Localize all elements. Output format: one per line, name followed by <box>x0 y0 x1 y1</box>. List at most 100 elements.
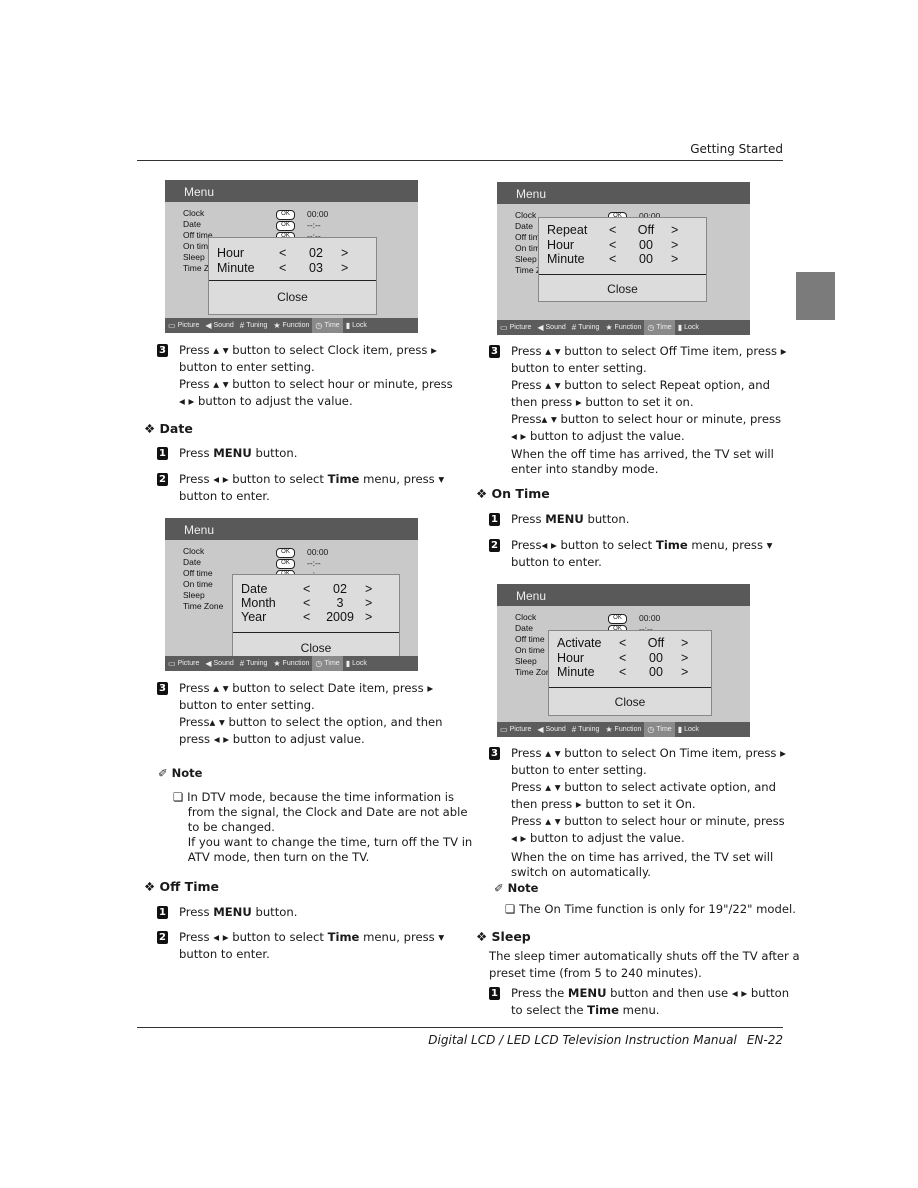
ok-button-icon: OK <box>276 210 295 220</box>
clock-icon: ◷ <box>647 323 655 332</box>
decrease-arrow: < <box>279 246 287 260</box>
menu-tab-tuning: # Tuning <box>237 656 271 671</box>
menu-tab-label: Function <box>614 726 642 733</box>
dtv-note: ❏ In DTV mode, because the time informat… <box>173 790 472 865</box>
text-run: Press ▴ ▾ button to select On Time item,… <box>511 746 786 760</box>
menu-tab-picture: ▭ Picture <box>497 722 534 737</box>
text-line: button to enter setting. <box>179 697 443 714</box>
text-run: When the on time has arrived, the TV set… <box>511 850 774 864</box>
ok-button-icon: OK <box>276 221 295 231</box>
increase-arrow: > <box>671 252 679 266</box>
increase-arrow: > <box>681 665 689 679</box>
clock-menu-screenshot: Menu Clock Date Off time On time Sleep Time Zo… <box>165 180 418 333</box>
menu-tab-label: Function <box>282 322 310 329</box>
popup-row-value: 03 <box>309 261 323 275</box>
speaker-icon: ◀ <box>537 323 544 332</box>
text-run: Press ▴ ▾ button to select Date item, pr… <box>179 681 434 695</box>
text-run: Press◂ ▸ button to select <box>511 538 656 552</box>
menu-tab-function: ★ Function <box>602 722 644 737</box>
bold-term: Time <box>655 538 688 552</box>
lock-icon: ▮ <box>677 725 683 734</box>
menu-tab-sound: ◀ Sound <box>202 318 236 333</box>
menu-item-date: Date <box>515 221 533 231</box>
text-run: Press <box>511 512 546 526</box>
text-line: preset time (from 5 to 240 minutes). <box>489 965 800 982</box>
decrease-arrow: < <box>303 610 311 624</box>
menu-item-value: --:-- <box>307 220 321 230</box>
menu-item-value: --:-- <box>307 558 321 568</box>
text-run: button to enter setting. <box>179 360 315 374</box>
menu-tab-label: Sound <box>545 324 566 331</box>
menu-tab-label: Lock <box>352 660 367 667</box>
picture-icon: ▭ <box>168 659 176 668</box>
menu-tab-label: Sound <box>213 322 234 329</box>
bold-term: Time <box>327 930 360 944</box>
bold-term: MENU <box>567 986 607 1000</box>
increase-arrow: > <box>341 261 349 275</box>
text-line: ❏ In DTV mode, because the time informat… <box>173 790 472 805</box>
clock-icon: ◷ <box>647 725 655 734</box>
text-run: Press▴ ▾ button to select hour or minute… <box>511 412 782 426</box>
step-number-icon: 3 <box>489 747 500 760</box>
step-number-icon: 1 <box>489 987 500 1000</box>
text-line: ATV mode, then turn on the TV. <box>173 850 472 865</box>
increase-arrow: > <box>341 246 349 260</box>
menu-tab-label: Time <box>656 726 672 733</box>
settings-popup: Activate < Off > Hour <00 > Minute <00 > Close <box>548 630 712 716</box>
chapter-tab <box>796 272 835 320</box>
lock-icon: ▮ <box>677 323 683 332</box>
text-run: menu, press ▾ <box>359 930 445 944</box>
menu-title: Menu <box>165 518 418 540</box>
menu-tab-label: Tuning <box>246 322 268 329</box>
text-line: Press ▴ ▾ button to select On Time item,… <box>511 745 786 762</box>
footer: Digital LCD / LED LCD Television Instruc… <box>428 1033 783 1047</box>
menu-item-sleep: Sleep <box>183 252 205 262</box>
ontime-step-1: 1 Press MENU button. <box>489 511 629 528</box>
sleep-intro: The sleep timer automatically shuts off … <box>489 948 800 982</box>
popup-close-button: Close <box>607 282 638 296</box>
increase-arrow: > <box>681 636 689 650</box>
text-line: to select the Time menu. <box>511 1002 789 1019</box>
menu-tab-bar: ▭ Picture ◀ Sound # Tuning ★ Function ◷ Time ▮ Lock <box>165 656 418 671</box>
menu-item-on-time: On time <box>183 579 213 589</box>
manual-title: Digital LCD / LED LCD Television Instruc… <box>428 1033 737 1047</box>
popup-row-value: 00 <box>649 651 663 665</box>
menu-tab-label: Time <box>656 324 672 331</box>
text-run: Press ▴ ▾ button to select hour or minut… <box>511 814 785 828</box>
popup-row-value: 3 <box>336 596 344 610</box>
menu-tab-tuning: # Tuning <box>569 320 603 335</box>
ok-button-icon: OK <box>608 614 627 624</box>
picture-icon: ▭ <box>168 321 176 330</box>
bold-term: MENU <box>213 905 252 919</box>
text-line: Press ▴ ▾ button to select activate opti… <box>511 779 786 796</box>
menu-tab-lock: ▮ Lock <box>675 320 702 335</box>
menu-tab-label: Picture <box>509 324 532 331</box>
popup-row-label: Date <box>241 582 268 596</box>
menu-tab-lock: ▮ Lock <box>343 656 370 671</box>
text-line: Press▴ ▾ button to select the option, an… <box>179 714 443 731</box>
text-run: Press the <box>511 986 568 1000</box>
decrease-arrow: < <box>609 252 617 266</box>
text-run: ❏ The On Time function is only for 19"/2… <box>505 902 796 916</box>
star-icon: ★ <box>273 659 281 668</box>
offtime-step-2: 2 Press ◂ ▸ button to select Time menu, p… <box>157 929 445 963</box>
increase-arrow: > <box>681 651 689 665</box>
offtime-step-3: 3 Press ▴ ▾ button to select Off Time ite… <box>489 343 787 445</box>
menu-item-sleep: Sleep <box>515 254 537 264</box>
step-number-icon: 2 <box>157 473 168 486</box>
settings-popup: Date <02 > Month <3 > Year <2009 > Close <box>232 574 400 660</box>
bold-term: MENU <box>545 512 584 526</box>
increase-arrow: > <box>365 596 373 610</box>
popup-row-value: 02 <box>309 246 323 260</box>
text-line: ◂ ▸ button to adjust the value. <box>511 830 786 847</box>
text-line: button to enter setting. <box>179 359 453 376</box>
sleep-step-1: 1 Press the MENU button and then use ◂ ▸ … <box>489 985 789 1019</box>
menu-item-on-time: On time <box>515 645 545 655</box>
ontime-heading: ❖ On Time <box>476 486 550 501</box>
menu-tab-label: Picture <box>177 660 200 667</box>
text-run: press ◂ ▸ button to adjust value. <box>179 732 365 746</box>
menu-tab-time: ◷ Time <box>312 656 343 671</box>
text-run: ❏ In DTV mode, because the time informat… <box>173 790 455 804</box>
note-heading: ✐ Note <box>158 766 203 780</box>
text-line: from the signal, the Clock and Date are … <box>173 805 472 820</box>
